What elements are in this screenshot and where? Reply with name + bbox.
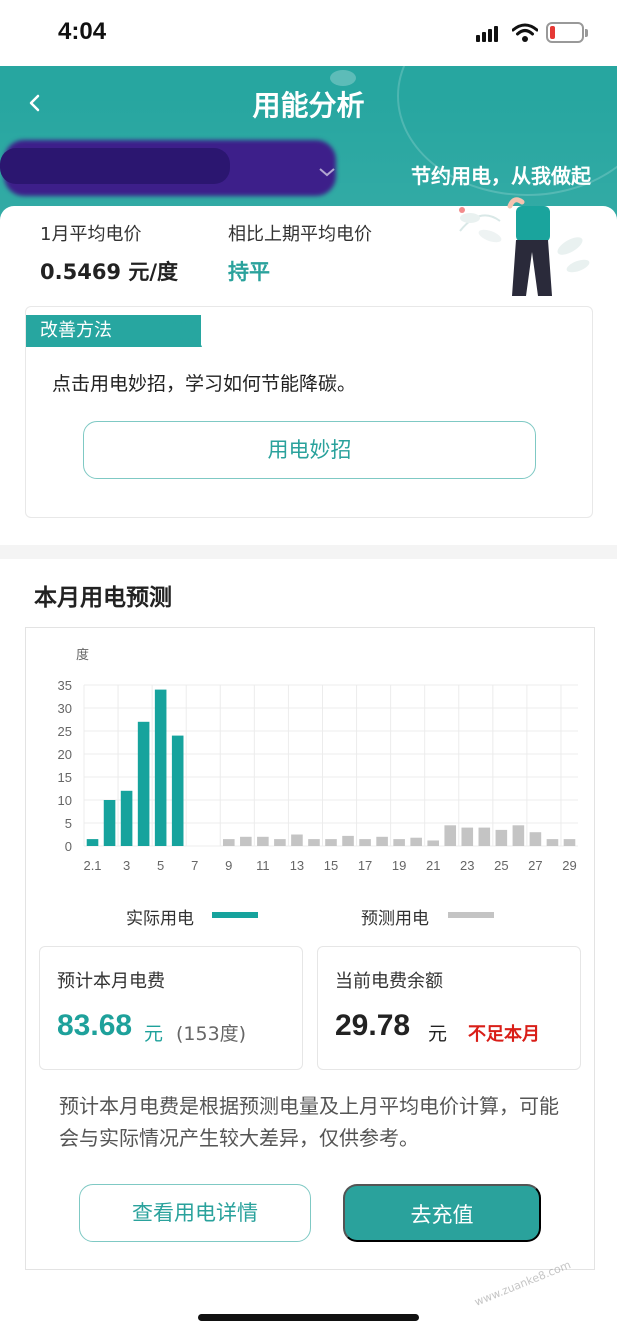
y-tick-label: 10 (58, 793, 72, 808)
predicted-usage-bar (495, 829, 508, 846)
battery-icon (546, 22, 588, 43)
cellular-signal-icon (476, 26, 502, 42)
forecast-section-title: 本月用电预测 (34, 585, 172, 611)
predicted-usage-bar (240, 836, 252, 846)
tag-stripes-decoration (156, 315, 202, 347)
x-tick-label: 29 (562, 858, 576, 873)
y-tick-label: 30 (58, 701, 72, 716)
woman-illustration (459, 197, 590, 296)
estimated-kwh: (153度) (176, 1023, 247, 1045)
predicted-usage-bar (291, 834, 303, 846)
slogan: 节约用电，从我做起 (411, 164, 591, 188)
predicted-usage-bar (478, 827, 491, 846)
status-bar: 4:04 (0, 0, 617, 66)
x-tick-label: 23 (460, 858, 474, 873)
predicted-usage-bar (308, 839, 320, 846)
legend-actual-label: 实际用电 (126, 909, 194, 929)
predicted-usage-bar (546, 839, 559, 846)
x-tick-label: 13 (290, 858, 304, 873)
forecast-note: 预计本月电费是根据预测电量及上月平均电价计算，可能会与实际情况产生较大差异，仅供… (59, 1094, 559, 1150)
balance-warning: 不足本月 (468, 1024, 540, 1045)
balance-label: 当前电费余额 (335, 971, 443, 992)
predicted-usage-bar (461, 827, 474, 846)
section-divider (0, 545, 617, 559)
predicted-usage-bar (274, 839, 286, 846)
forecast-panel: 0 5 10 15 20 25 30 35 度 2.1 3 5 7 9 11 13 15 17 19 21 23 25 27… (25, 627, 595, 1270)
x-tick-label: 9 (225, 858, 232, 873)
y-tick-label: 25 (58, 724, 72, 739)
balance-unit: 元 (428, 1023, 448, 1045)
compare-value: 持平 (228, 260, 270, 284)
balance-box: 当前电费余额 29.78 元 不足本月 (317, 946, 581, 1070)
usage-forecast-chart: 05101520253035度2.1 3 5 7 9 11 13 15 17 19 21 23 25 27… (58, 647, 578, 873)
improve-panel: 改善方法 点击用电妙招，学习如何节能降碳。 用电妙招 (25, 306, 593, 518)
avg-price-label: 1月平均电价 (40, 224, 142, 245)
balance-value: 29.78 (335, 1009, 411, 1042)
x-tick-label: 17 (358, 858, 372, 873)
recharge-button[interactable]: 去充值 (343, 1184, 541, 1242)
y-tick-label: 35 (58, 678, 72, 693)
estimated-bill-value: 83.68 (57, 1009, 133, 1042)
predicted-usage-bar (257, 836, 269, 846)
chevron-down-icon[interactable] (318, 166, 336, 178)
predicted-usage-bar (393, 839, 405, 846)
avg-price-value: 0.5469 元/度 (40, 260, 179, 284)
predicted-usage-bar (427, 840, 439, 846)
predicted-usage-bar (512, 825, 525, 846)
predicted-usage-bar (359, 839, 371, 846)
x-tick-label: 5 (157, 858, 164, 873)
actual-usage-bar (86, 839, 99, 846)
actual-usage-bar (137, 721, 150, 846)
view-usage-details-button[interactable]: 查看用电详情 (79, 1184, 311, 1242)
status-time: 4:04 (58, 18, 107, 45)
legend-predicted-swatch (448, 912, 494, 918)
page-title: 用能分析 (252, 89, 365, 122)
x-tick-label: 25 (494, 858, 508, 873)
improve-text: 点击用电妙招，学习如何节能降碳。 (52, 373, 357, 395)
y-tick-label: 0 (65, 839, 72, 854)
y-tick-label: 15 (58, 770, 72, 785)
compare-label: 相比上期平均电价 (228, 224, 372, 245)
y-tick-label: 5 (65, 816, 72, 831)
predicted-usage-bar (410, 837, 422, 846)
predicted-usage-bar (444, 825, 457, 846)
estimated-bill-unit: 元 (144, 1023, 164, 1045)
x-tick-label: 27 (528, 858, 542, 873)
legend-predicted-label: 预测用电 (361, 909, 429, 929)
x-tick-label: 21 (426, 858, 440, 873)
predicted-usage-bar (223, 839, 235, 846)
actual-usage-bar (103, 800, 116, 846)
actual-usage-bar (171, 735, 184, 846)
y-axis-label: 度 (76, 647, 89, 663)
home-indicator[interactable] (198, 1314, 419, 1321)
actual-usage-bar (120, 790, 133, 846)
y-tick-label: 20 (58, 747, 72, 762)
predicted-usage-bar (325, 839, 337, 846)
x-tick-label: 11 (256, 858, 270, 873)
predicted-usage-bar (529, 832, 542, 846)
x-tick-label: 2.1 (83, 858, 101, 873)
x-tick-label: 3 (123, 858, 130, 873)
x-tick-label: 7 (191, 858, 198, 873)
wifi-icon (512, 23, 538, 42)
legend-actual-swatch (212, 912, 258, 918)
estimated-bill-box: 预计本月电费 83.68 元 (153度) (39, 946, 303, 1070)
predicted-usage-bar (342, 835, 354, 846)
estimated-bill-label: 预计本月电费 (57, 971, 165, 992)
predicted-usage-bar (376, 836, 388, 846)
energy-tips-button[interactable]: 用电妙招 (83, 421, 536, 479)
x-tick-label: 15 (324, 858, 338, 873)
actual-usage-bar (154, 689, 167, 846)
account-redaction (0, 148, 230, 184)
x-tick-label: 19 (392, 858, 406, 873)
predicted-usage-bar (563, 839, 576, 846)
